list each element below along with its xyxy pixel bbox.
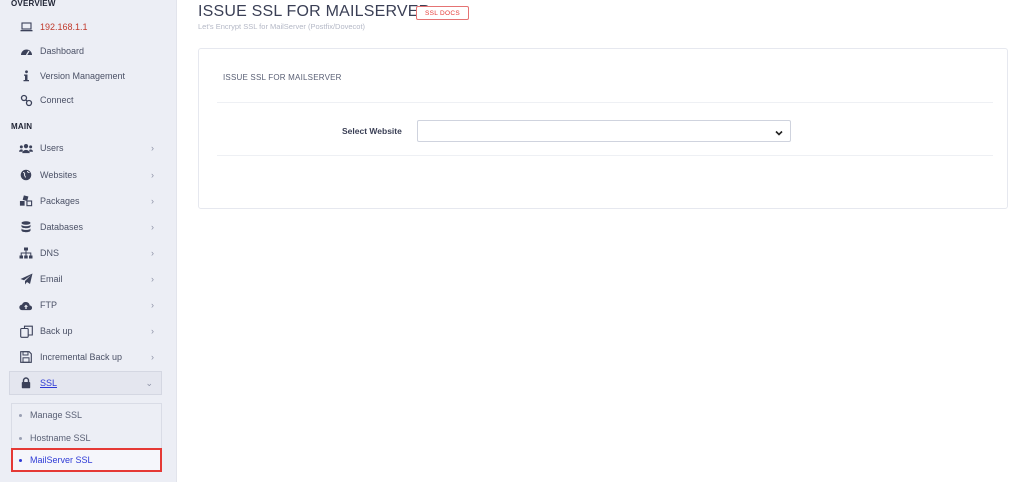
sidebar-item-dashboard[interactable]: Dashboard xyxy=(0,40,176,62)
sidebar-item-users[interactable]: Users › xyxy=(0,137,176,159)
chevron-right-icon: › xyxy=(151,300,154,310)
submenu-item-hostname-ssl[interactable]: Hostname SSL xyxy=(11,427,162,449)
sidebar-item-incremental-backup[interactable]: Incremental Back up › xyxy=(0,346,176,368)
sidebar-item-email[interactable]: Email › xyxy=(0,268,176,290)
sidebar-item-packages[interactable]: Packages › xyxy=(0,190,176,212)
chevron-right-icon: › xyxy=(151,352,154,362)
main-header: MAIN xyxy=(11,122,33,131)
copy-icon xyxy=(19,324,33,338)
sidebar-item-ssl[interactable]: SSL ⌄ xyxy=(9,371,162,395)
sidebar-item-websites[interactable]: Websites › xyxy=(0,164,176,186)
sidebar-item-label: DNS xyxy=(40,248,60,258)
overview-header: OVERVIEW xyxy=(11,0,56,8)
card-title: ISSUE SSL FOR MAILSERVER xyxy=(223,73,342,82)
app-root: OVERVIEW 192.168.1.1 Dashboard Version M… xyxy=(0,0,1024,482)
paper-plane-icon xyxy=(19,272,33,286)
dashboard-icon xyxy=(19,44,33,58)
database-icon xyxy=(19,220,33,234)
sidebar-item-dns[interactable]: DNS › xyxy=(0,242,176,264)
globe-icon xyxy=(19,168,33,182)
chevron-right-icon: › xyxy=(151,170,154,180)
sidebar-item-label: 192.168.1.1 xyxy=(40,22,88,32)
sidebar-item-label: SSL xyxy=(40,378,58,388)
sidebar-item-label: FTP xyxy=(40,300,57,310)
sidebar-item-label: Connect xyxy=(40,95,74,105)
sidebar-item-label: Websites xyxy=(40,170,77,180)
info-icon xyxy=(19,69,33,83)
ssl-docs-link[interactable]: SSL DOCS xyxy=(416,6,470,20)
select-website-label: Select Website xyxy=(342,126,402,136)
chevron-down-icon xyxy=(774,125,784,143)
sidebar-item-label: Users xyxy=(40,143,64,153)
sidebar-item-version-management[interactable]: Version Management xyxy=(0,65,176,87)
sidebar-item-server-ip[interactable]: 192.168.1.1 xyxy=(0,16,176,38)
submenu-item-label: Manage SSL xyxy=(30,410,83,420)
chevron-down-icon: ⌄ xyxy=(145,377,153,388)
cloud-upload-icon xyxy=(19,298,33,312)
sidebar-item-label: Back up xyxy=(40,326,73,336)
sidebar-item-label: Email xyxy=(40,274,63,284)
submenu-item-mailserver-ssl[interactable]: MailServer SSL xyxy=(11,448,162,472)
chevron-right-icon: › xyxy=(151,196,154,206)
cubes-icon xyxy=(19,194,33,208)
divider xyxy=(217,155,993,156)
page-subtitle: Let's Encrypt SSL for MailServer (Postfi… xyxy=(198,22,366,31)
chevron-right-icon: › xyxy=(151,274,154,284)
sitemap-icon xyxy=(19,246,33,260)
website-select[interactable] xyxy=(417,120,791,142)
laptop-icon xyxy=(19,20,33,34)
sidebar-item-connect[interactable]: Connect xyxy=(0,89,176,111)
chevron-right-icon: › xyxy=(151,248,154,258)
submenu-item-manage-ssl[interactable]: Manage SSL xyxy=(11,404,162,426)
bullet-icon xyxy=(19,413,22,417)
save-icon xyxy=(19,350,33,364)
link-icon xyxy=(19,93,33,107)
sidebar-item-label: Incremental Back up xyxy=(40,352,123,362)
sidebar-item-label: Version Management xyxy=(40,71,126,81)
chevron-right-icon: › xyxy=(151,326,154,336)
submenu-item-label: Hostname SSL xyxy=(30,433,91,443)
bullet-icon xyxy=(19,436,22,440)
page-title: ISSUE SSL FOR MAILSERVER - xyxy=(198,3,441,20)
lock-icon xyxy=(19,376,33,390)
sidebar-item-label: Dashboard xyxy=(40,46,85,56)
sidebar-item-backup[interactable]: Back up › xyxy=(0,320,176,342)
chevron-right-icon: › xyxy=(151,143,154,153)
bullet-icon xyxy=(19,458,22,462)
users-icon xyxy=(19,141,33,155)
submenu-item-label: MailServer SSL xyxy=(30,455,93,465)
sidebar-item-databases[interactable]: Databases › xyxy=(0,216,176,238)
divider xyxy=(217,102,993,103)
chevron-right-icon: › xyxy=(151,222,154,232)
sidebar-item-label: Packages xyxy=(40,196,80,206)
sidebar-item-ftp[interactable]: FTP › xyxy=(0,294,176,316)
sidebar: OVERVIEW 192.168.1.1 Dashboard Version M… xyxy=(0,0,177,482)
sidebar-item-label: Databases xyxy=(40,222,84,232)
issue-ssl-card: ISSUE SSL FOR MAILSERVER Select Website xyxy=(198,48,1008,209)
